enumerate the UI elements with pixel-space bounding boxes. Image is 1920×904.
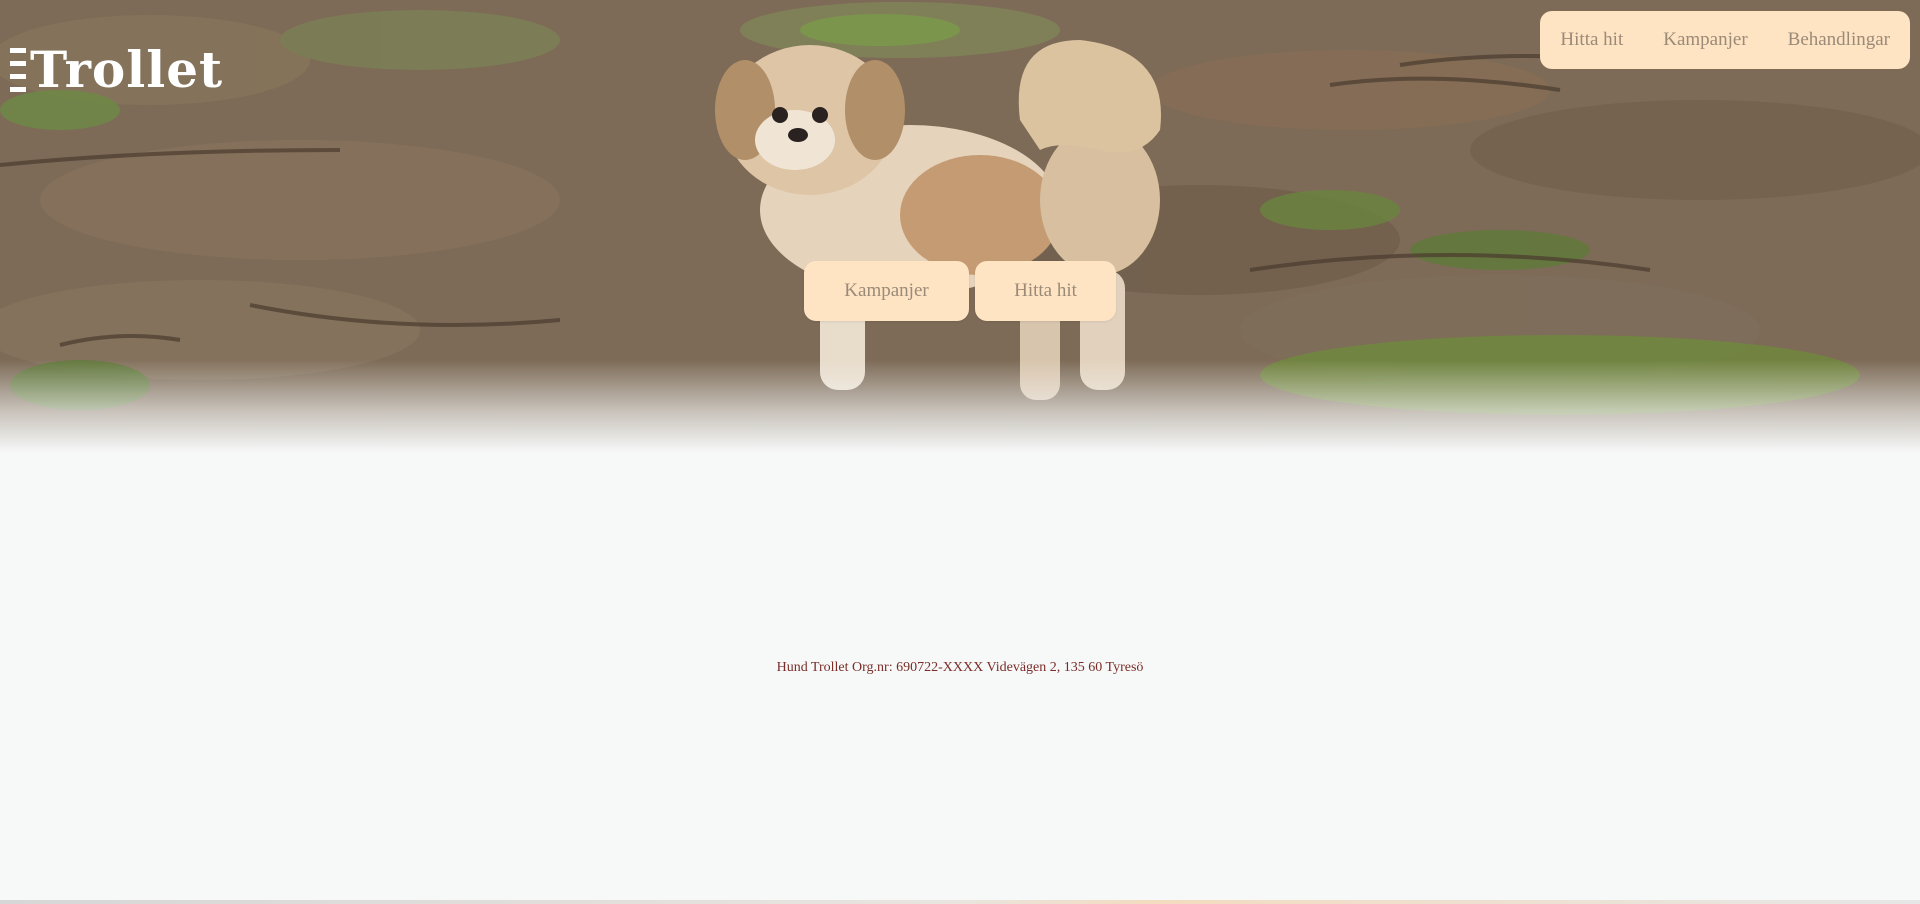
nav-behandlingar[interactable]: Behandlingar	[1768, 29, 1890, 51]
logo[interactable]: Trollet	[10, 40, 223, 100]
nav-hitta-hit[interactable]: Hitta hit	[1560, 29, 1643, 51]
nav-kampanjer[interactable]: Kampanjer	[1643, 29, 1767, 51]
footer-info: Hund Trollet Org.nr: 690722-XXXX Videväg…	[776, 660, 1144, 675]
hero-buttons: Kampanjer Hitta hit	[804, 261, 1116, 321]
hero-fade	[0, 360, 1920, 470]
hitta-hit-button[interactable]: Hitta hit	[975, 261, 1116, 321]
bottom-divider	[0, 900, 1920, 904]
page: Trollet Hitta hit Kampanjer Behandlingar…	[0, 0, 1920, 904]
logo-mark-icon	[10, 48, 26, 92]
logo-text: Trollet	[30, 40, 224, 99]
top-navigation: Hitta hit Kampanjer Behandlingar	[1540, 11, 1910, 69]
hero-banner	[0, 0, 1920, 470]
kampanjer-button[interactable]: Kampanjer	[804, 261, 969, 321]
